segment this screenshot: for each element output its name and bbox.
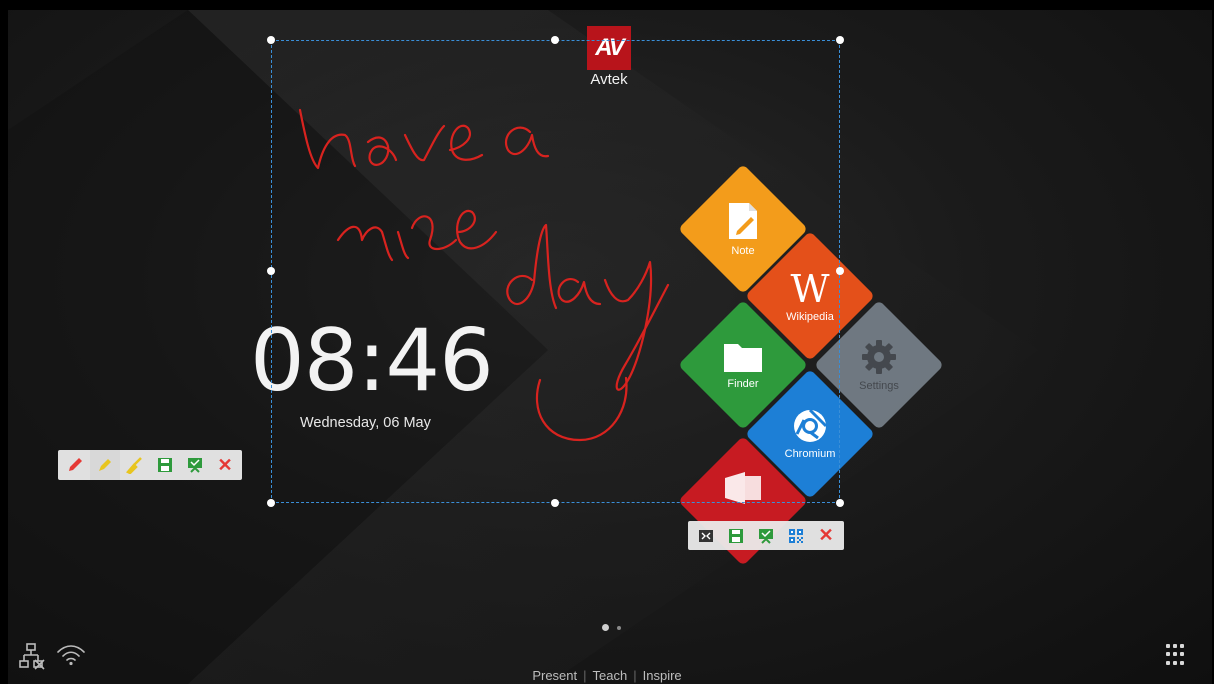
resize-handle-top[interactable] xyxy=(551,36,559,44)
eraser-icon xyxy=(126,457,142,474)
close-button[interactable]: ✕ xyxy=(210,450,240,480)
save-button[interactable] xyxy=(150,450,180,480)
tagline-present: Present xyxy=(532,668,578,683)
pen-button[interactable] xyxy=(60,450,90,480)
highlighter-icon xyxy=(99,459,111,471)
wifi-icon[interactable] xyxy=(56,644,86,666)
whiteboard-icon xyxy=(188,458,202,473)
selection-box[interactable] xyxy=(271,40,840,503)
page-dot-active[interactable] xyxy=(602,624,609,631)
pen-toolbar: ✕ xyxy=(58,450,242,480)
resize-handle-bottom[interactable] xyxy=(551,499,559,507)
resize-handle-bottom-right[interactable] xyxy=(836,499,844,507)
highlighter-button[interactable] xyxy=(90,450,120,480)
save-icon xyxy=(158,458,172,472)
qr-code-button[interactable] xyxy=(781,521,811,551)
save-icon xyxy=(729,528,743,543)
tagline-teach: Teach xyxy=(592,668,628,683)
tagline-inspire: Inspire xyxy=(642,668,682,683)
resize-handle-top-left[interactable] xyxy=(267,36,275,44)
page-indicator xyxy=(602,624,621,631)
eraser-button[interactable] xyxy=(120,450,150,480)
tile-label: Settings xyxy=(859,380,899,392)
all-apps-icon[interactable] xyxy=(1166,644,1188,666)
resize-handle-right[interactable] xyxy=(836,267,844,275)
close-button[interactable]: ✕ xyxy=(811,521,841,551)
tagline: Present | Teach | Inspire xyxy=(532,668,682,683)
whiteboard-button[interactable] xyxy=(751,521,781,551)
whiteboard-button[interactable] xyxy=(180,450,210,480)
resize-handle-left[interactable] xyxy=(267,267,275,275)
resize-handle-top-right[interactable] xyxy=(836,36,844,44)
screenshot-icon xyxy=(699,529,713,542)
page-dot[interactable] xyxy=(617,625,621,630)
selection-toolbar: ✕ xyxy=(688,521,844,550)
qr-code-icon xyxy=(789,528,803,543)
screenshot-button[interactable] xyxy=(691,521,721,551)
gear-icon xyxy=(862,340,896,374)
pen-icon xyxy=(69,458,82,471)
ethernet-disconnected-icon[interactable] xyxy=(18,642,46,670)
whiteboard-icon xyxy=(759,528,773,544)
resize-handle-bottom-left[interactable] xyxy=(267,499,275,507)
close-icon: ✕ xyxy=(217,454,233,475)
close-icon: ✕ xyxy=(818,525,834,545)
save-button[interactable] xyxy=(721,521,751,551)
